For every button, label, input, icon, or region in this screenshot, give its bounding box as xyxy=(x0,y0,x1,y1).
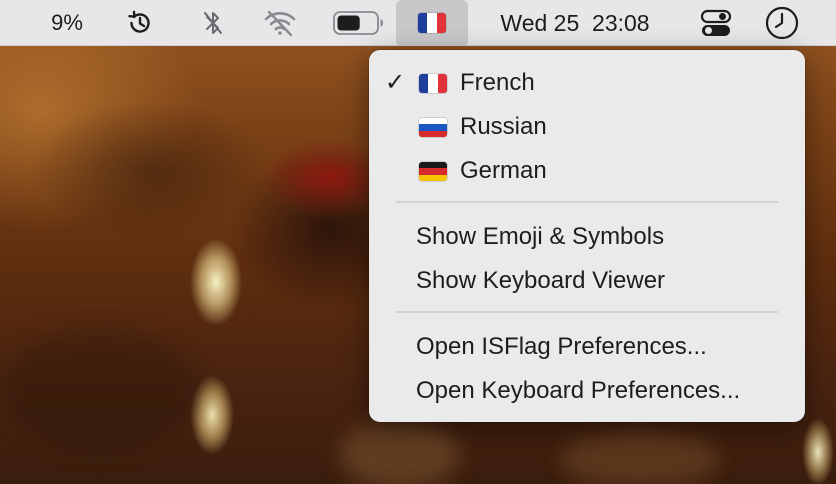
menu-separator xyxy=(396,311,778,313)
flag-france-icon xyxy=(419,74,447,93)
menu-item-label: German xyxy=(460,157,547,184)
menu-item-label: Russian xyxy=(460,113,547,140)
menu-item-label: Open Keyboard Preferences... xyxy=(416,377,741,404)
wifi-off-icon[interactable] xyxy=(258,0,302,46)
menu-item-show-emoji-symbols[interactable]: Show Emoji & Symbols xyxy=(375,217,799,257)
input-source-dropdown-menu: ✓ French Russian German Show Emoji & Sym… xyxy=(369,50,805,422)
menu-item-open-keyboard-preferences[interactable]: Open Keyboard Preferences... xyxy=(375,371,799,411)
menu-item-russian[interactable]: Russian xyxy=(375,107,799,147)
menu-item-show-keyboard-viewer[interactable]: Show Keyboard Viewer xyxy=(375,261,799,301)
menu-item-german[interactable]: German xyxy=(375,151,799,191)
flag-russia-icon xyxy=(419,118,447,137)
battery-percent-status[interactable]: 9% xyxy=(44,0,90,46)
flag-germany-icon xyxy=(419,162,447,181)
menu-separator xyxy=(396,201,778,203)
menu-item-open-isflag-preferences[interactable]: Open ISFlag Preferences... xyxy=(375,327,799,367)
battery-percent-label: 9% xyxy=(51,10,83,35)
input-source-menu-button[interactable] xyxy=(396,0,468,46)
checkmark-icon: ✓ xyxy=(385,69,406,96)
date-time-label: Wed 25 23:08 xyxy=(500,9,650,36)
menu-item-label: Show Keyboard Viewer xyxy=(416,267,666,294)
clock-icon[interactable] xyxy=(760,0,804,46)
time-machine-icon[interactable] xyxy=(122,0,158,46)
menu-item-label: French xyxy=(460,69,535,96)
menubar-clock[interactable]: Wed 25 23:08 xyxy=(480,0,670,46)
menu-bar: 9% Wed 25 23:08 xyxy=(0,0,836,46)
menu-item-label: Show Emoji & Symbols xyxy=(416,223,665,250)
control-center-icon[interactable] xyxy=(696,0,736,46)
menu-item-french[interactable]: ✓ French xyxy=(375,63,799,103)
battery-icon[interactable] xyxy=(330,0,386,46)
flag-france-icon xyxy=(418,13,446,33)
bluetooth-off-icon[interactable] xyxy=(196,0,230,46)
menu-item-label: Open ISFlag Preferences... xyxy=(416,333,707,360)
